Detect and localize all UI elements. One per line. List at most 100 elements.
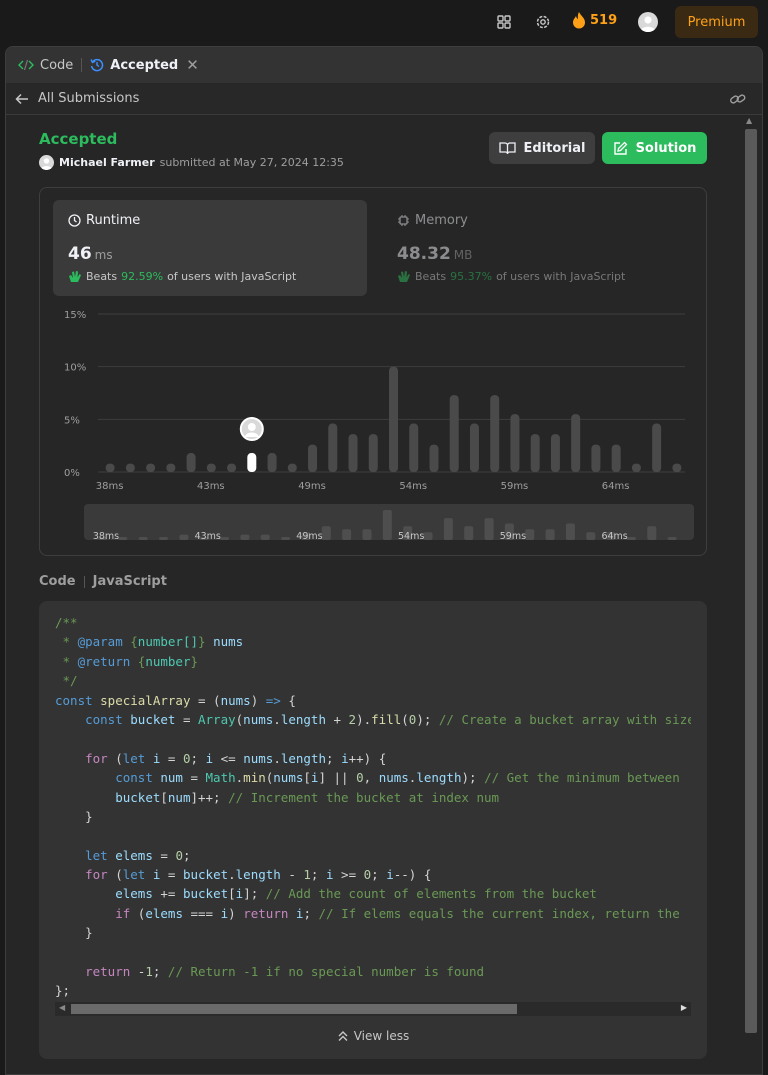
layout-icon[interactable] — [494, 12, 514, 32]
user-name[interactable]: Michael Farmer — [59, 156, 155, 169]
chart-bar — [166, 463, 176, 472]
solution-button[interactable]: Solution — [602, 132, 707, 164]
chart-bar — [611, 444, 621, 472]
tab-code[interactable]: Code — [18, 58, 73, 73]
code-token: >= — [333, 867, 364, 883]
code-token: for — [85, 867, 108, 883]
code-token: num — [160, 770, 183, 786]
submitted-text: submitted at May 27, 2024 12:35 — [159, 156, 344, 169]
code-token: += — [152, 886, 183, 902]
code-line: const num = Math.min(nums[i] || 0, nums.… — [55, 768, 691, 787]
memory-beats-label: Beats — [415, 270, 447, 283]
code-line: * @param {number[]} nums — [55, 632, 691, 651]
chart-bar — [267, 453, 277, 472]
code-token: bucket — [130, 711, 176, 727]
code-token: return — [85, 964, 138, 980]
tab-accepted[interactable]: Accepted ✕ — [90, 56, 199, 74]
code-line: */ — [55, 671, 691, 690]
code-token: <= — [213, 750, 244, 766]
premium-button[interactable]: Premium — [675, 6, 758, 38]
chart-bar — [105, 463, 115, 472]
link-icon[interactable] — [729, 91, 747, 111]
code-icon — [18, 59, 34, 71]
code-token: ; — [190, 750, 206, 766]
brush-bar — [260, 534, 270, 540]
code-token: // If elems equals the current index, re… — [318, 905, 680, 921]
chart-bar — [530, 434, 540, 472]
horizontal-scroll-thumb[interactable] — [71, 1004, 517, 1014]
code-token: }; — [55, 983, 71, 999]
horizontal-scrollbar[interactable]: ◀ ▶ — [55, 1002, 691, 1016]
memory-beats: Beats 95.37% of users with JavaScript — [397, 270, 625, 283]
code-block[interactable]: /** * @param {number[]} nums * @return {… — [55, 613, 691, 1005]
brush-bar — [525, 529, 535, 540]
chart-bar — [227, 463, 237, 472]
code-token: ++) { — [348, 750, 387, 766]
brush-bar — [118, 537, 128, 540]
runtime-beats-label: Beats — [86, 270, 118, 283]
code-token: return — [243, 905, 296, 921]
code-token: @param — [77, 634, 123, 650]
brush-bar — [647, 526, 657, 540]
memory-beats-pct: 95.37% — [450, 270, 493, 283]
code-line: for (let i = bucket.length - 1; i >= 0; … — [55, 865, 691, 884]
memory-value-row: 48.32 MB — [397, 244, 472, 264]
code-token: number — [145, 653, 191, 669]
view-less-button[interactable]: View less — [39, 1029, 707, 1043]
code-token: } — [198, 634, 214, 650]
chart-bar — [409, 423, 419, 472]
tab-bar: Code Accepted ✕ — [6, 47, 762, 83]
code-token: @return — [77, 653, 131, 669]
submissions-nav: All Submissions — [6, 83, 762, 115]
code-token: = ( — [190, 692, 221, 708]
user-avatar[interactable] — [39, 155, 54, 170]
code-token: min — [243, 770, 266, 786]
runtime-card[interactable]: Runtime 46 ms Beats 92.59% of users with … — [53, 200, 367, 296]
chart-bar — [287, 463, 297, 472]
streak-counter[interactable]: 519 — [572, 11, 617, 29]
memory-card[interactable]: Memory 48.32 MB Beats 95.37% of users wit… — [395, 200, 695, 296]
runtime-distribution-chart[interactable]: 15% 10% 5% 0% 38ms 43ms 49ms 54ms 59ms 64ms 38ms 43… — [40, 298, 708, 548]
memory-unit: MB — [453, 248, 473, 262]
close-icon[interactable]: ✕ — [186, 56, 199, 74]
code-token: { — [280, 692, 296, 708]
code-token: [ — [160, 789, 168, 805]
code-token: number[] — [137, 634, 199, 650]
submission-detail: Accepted Michael Farmer submitted at May… — [6, 116, 742, 1074]
submission-panel: Code Accepted ✕ All Submissions Accepted… — [5, 46, 763, 1075]
code-token: length — [235, 867, 281, 883]
gear-icon[interactable] — [533, 12, 553, 32]
vertical-scroll-thumb[interactable] — [745, 129, 757, 1033]
code-token: Math — [205, 770, 236, 786]
code-token: 1 — [145, 964, 153, 980]
code-token: nums — [213, 634, 244, 650]
code-token: , — [363, 770, 379, 786]
avatar[interactable] — [638, 12, 658, 32]
editorial-button[interactable]: Editorial — [489, 132, 595, 164]
code-token: let — [85, 847, 116, 863]
code-token: i — [386, 867, 394, 883]
brush-tick-label: 49ms — [296, 531, 322, 542]
code-token: nums — [220, 692, 251, 708]
code-token: fill — [371, 711, 402, 727]
scroll-left-icon[interactable]: ◀ — [59, 1003, 65, 1012]
code-token: // Increment the bucket at index num — [228, 789, 500, 805]
chart-bar — [591, 444, 601, 472]
scroll-up-icon[interactable]: ▲ — [746, 116, 752, 125]
scroll-right-icon[interactable]: ▶ — [681, 1003, 687, 1012]
code-line: let elems = 0; — [55, 846, 691, 865]
code-header: Code JavaScript — [39, 574, 167, 589]
all-submissions-link[interactable]: All Submissions — [15, 91, 139, 106]
brush-bar — [281, 537, 291, 540]
code-token: 0 — [182, 750, 191, 766]
code-token: - — [280, 867, 304, 883]
code-token: = — [182, 770, 206, 786]
code-line: if (elems === i) return i; // If elems e… — [55, 904, 691, 923]
chart-bar — [186, 453, 196, 472]
tab-accepted-label: Accepted — [110, 57, 179, 73]
code-token: bucket — [182, 886, 229, 902]
code-line: } — [55, 923, 691, 942]
